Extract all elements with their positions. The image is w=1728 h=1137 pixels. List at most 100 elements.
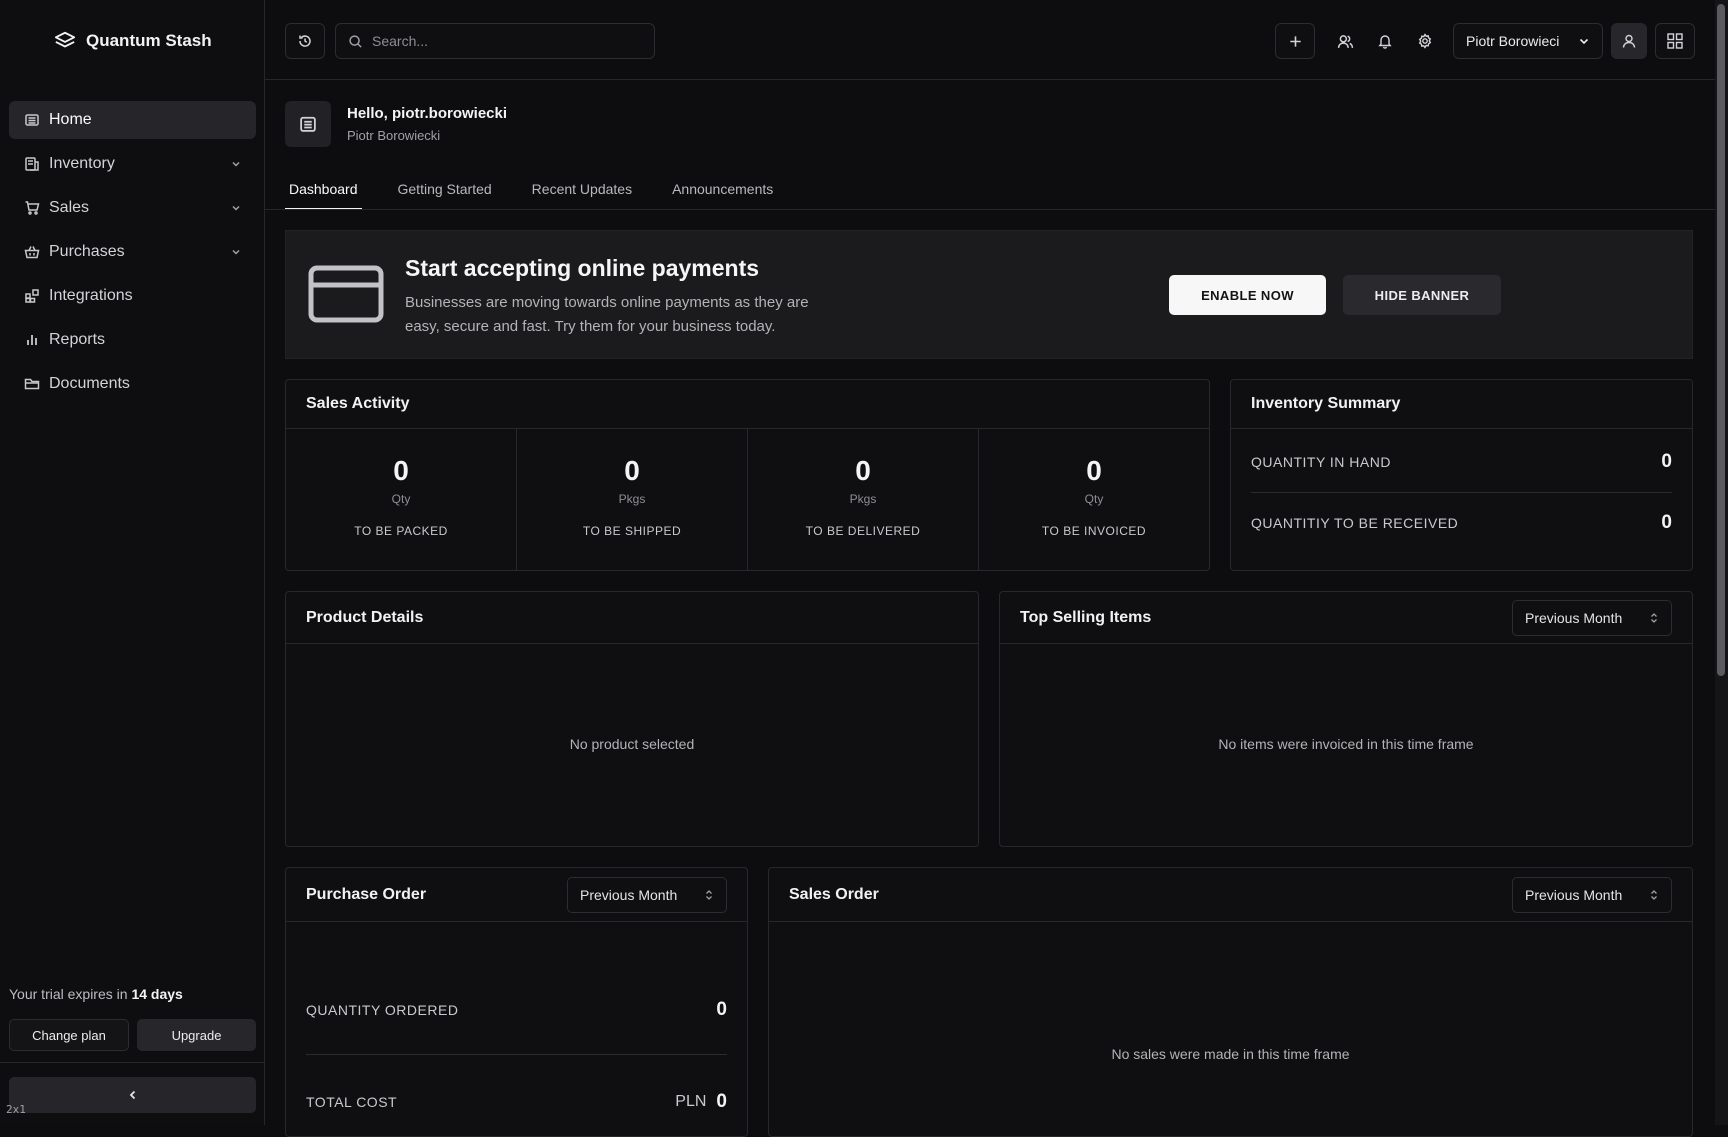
- organization-select[interactable]: Piotr Borowieci: [1453, 23, 1603, 59]
- plus-icon: [1288, 34, 1303, 49]
- stat-unit: Qty: [391, 492, 411, 506]
- search-icon: [348, 34, 363, 49]
- card-header: Top Selling Items Previous Month: [1000, 592, 1692, 644]
- settings-button[interactable]: [1411, 27, 1439, 55]
- period-select[interactable]: Previous Month: [1512, 877, 1672, 913]
- organization-avatar: [285, 101, 331, 147]
- sidebar-item-documents[interactable]: Documents: [9, 365, 256, 403]
- brand-name: Quantum Stash: [86, 31, 212, 50]
- period-select[interactable]: Previous Month: [567, 877, 727, 913]
- gear-icon: [1417, 33, 1433, 49]
- empty-state: No product selected: [569, 736, 695, 752]
- tabs-divider: [265, 209, 1715, 210]
- trial-days: 14 days: [131, 986, 183, 1002]
- tab-dashboard[interactable]: Dashboard: [285, 175, 362, 210]
- chevron-updown-icon: [704, 889, 714, 901]
- sidebar-item-integrations[interactable]: Integrations: [9, 277, 256, 315]
- notifications-button[interactable]: [1371, 27, 1399, 55]
- tab-announcements[interactable]: Announcements: [668, 175, 777, 209]
- profile-button[interactable]: [1611, 23, 1647, 59]
- topbar: Piotr Borowieci: [265, 0, 1715, 80]
- inventory-row-to-be-received: QUANTITIY TO BE RECEIVED 0: [1251, 492, 1672, 552]
- scrollbar-thumb[interactable]: [1717, 4, 1725, 676]
- stat-value: 0: [393, 455, 409, 486]
- sales-activity-to-be-packed[interactable]: 0 Qty TO BE PACKED: [286, 429, 517, 570]
- cart-icon: [24, 200, 40, 216]
- grid-icon: [1666, 32, 1684, 50]
- currency-code: PLN: [675, 1093, 707, 1110]
- chevron-updown-icon: [1649, 612, 1659, 624]
- stat-unit: Qty: [1084, 492, 1104, 506]
- card-header: Sales Order Previous Month: [769, 868, 1692, 922]
- sidebar-item-label: Purchases: [49, 243, 125, 260]
- stat-unit: Pkgs: [849, 492, 877, 506]
- tab-recent-updates[interactable]: Recent Updates: [528, 175, 636, 209]
- row-label: QUANTITY ORDERED: [306, 1002, 459, 1018]
- integrations-icon: [24, 288, 40, 304]
- sidebar-item-label: Sales: [49, 199, 90, 216]
- sales-activity-to-be-shipped[interactable]: 0 Pkgs TO BE SHIPPED: [517, 429, 748, 570]
- folder-icon: [24, 376, 40, 392]
- page-scrollbar[interactable]: [1715, 0, 1728, 1125]
- brand[interactable]: Quantum Stash: [54, 28, 212, 54]
- collapse-sidebar-button[interactable]: [9, 1077, 256, 1113]
- sidebar-item-sales[interactable]: Sales: [9, 189, 256, 227]
- upgrade-button[interactable]: Upgrade: [137, 1019, 256, 1051]
- chevron-down-icon: [230, 158, 242, 170]
- sales-activity-to-be-delivered[interactable]: 0 Pkgs TO BE DELIVERED: [748, 429, 979, 570]
- change-plan-button[interactable]: Change plan: [9, 1019, 129, 1051]
- dashboard-tabs: Dashboard Getting Started Recent Updates…: [285, 175, 809, 210]
- period-value: Previous Month: [580, 887, 678, 903]
- hide-banner-button[interactable]: HIDE BANNER: [1343, 275, 1501, 315]
- organization-name: Piotr Borowieci: [1466, 33, 1560, 49]
- sidebar-item-reports[interactable]: Reports: [9, 321, 256, 359]
- greeting-title: Hello, piotr.borowiecki: [347, 105, 508, 122]
- card-title: Inventory Summary: [1251, 395, 1401, 412]
- building-icon: [298, 114, 318, 134]
- inventory-row-in-hand: QUANTITY IN HAND 0: [1251, 432, 1672, 492]
- stat-label: TO BE SHIPPED: [582, 524, 682, 538]
- stat-unit: Pkgs: [618, 492, 646, 506]
- period-value: Previous Month: [1525, 887, 1623, 903]
- trial-prefix: Your trial expires in: [9, 986, 128, 1002]
- history-button[interactable]: [285, 23, 325, 59]
- purchase-order-card: Purchase Order Previous Month QUANTITY O…: [285, 867, 748, 1137]
- row-label: QUANTITY IN HAND: [1251, 454, 1391, 470]
- card-header: Product Details: [286, 592, 978, 644]
- home-icon: [24, 112, 40, 128]
- inventory-summary-card: Inventory Summary QUANTITY IN HAND 0 QUA…: [1230, 379, 1693, 571]
- greeting-subtitle: Piotr Borowiecki: [347, 128, 441, 143]
- users-button[interactable]: [1331, 27, 1359, 55]
- total-cost-row: TOTAL COST PLN 0: [306, 1090, 727, 1114]
- chevron-down-icon: [1578, 35, 1590, 47]
- stat-label: TO BE INVOICED: [1041, 524, 1147, 538]
- sidebar-item-label: Reports: [49, 331, 106, 348]
- sidebar-item-purchases[interactable]: Purchases: [9, 233, 256, 271]
- users-icon: [1337, 33, 1354, 50]
- row-value: 0: [716, 1091, 727, 1112]
- basket-icon: [24, 244, 40, 260]
- period-value: Previous Month: [1525, 610, 1623, 626]
- stat-value: 0: [855, 455, 871, 486]
- chevron-down-icon: [230, 246, 242, 258]
- add-button[interactable]: [1275, 23, 1315, 59]
- sidebar-item-label: Integrations: [49, 287, 133, 304]
- search-input[interactable]: [372, 33, 632, 49]
- bar-chart-icon: [24, 332, 40, 348]
- trial-notice: Your trial expires in 14 days: [9, 986, 183, 1002]
- scale-badge: 2x1: [6, 1103, 26, 1116]
- tab-getting-started[interactable]: Getting Started: [394, 175, 496, 209]
- sidebar-nav: Home Inventory Sales Purchases Integrati…: [9, 101, 256, 409]
- sidebar-item-home[interactable]: Home: [9, 101, 256, 139]
- row-value: 0: [1661, 451, 1672, 472]
- enable-now-button[interactable]: ENABLE NOW: [1169, 275, 1326, 315]
- card-header: Purchase Order Previous Month: [286, 868, 747, 922]
- sales-activity-grid: 0 Qty TO BE PACKED 0 Pkgs TO BE SHIPPED …: [286, 429, 1209, 570]
- apps-button[interactable]: [1655, 23, 1695, 59]
- inventory-summary-rows: QUANTITY IN HAND 0 QUANTITIY TO BE RECEI…: [1231, 429, 1692, 552]
- row-label: TOTAL COST: [306, 1094, 398, 1110]
- period-select[interactable]: Previous Month: [1512, 600, 1672, 636]
- sales-activity-to-be-invoiced[interactable]: 0 Qty TO BE INVOICED: [979, 429, 1209, 570]
- user-icon: [1621, 33, 1637, 49]
- sidebar-item-inventory[interactable]: Inventory: [9, 145, 256, 183]
